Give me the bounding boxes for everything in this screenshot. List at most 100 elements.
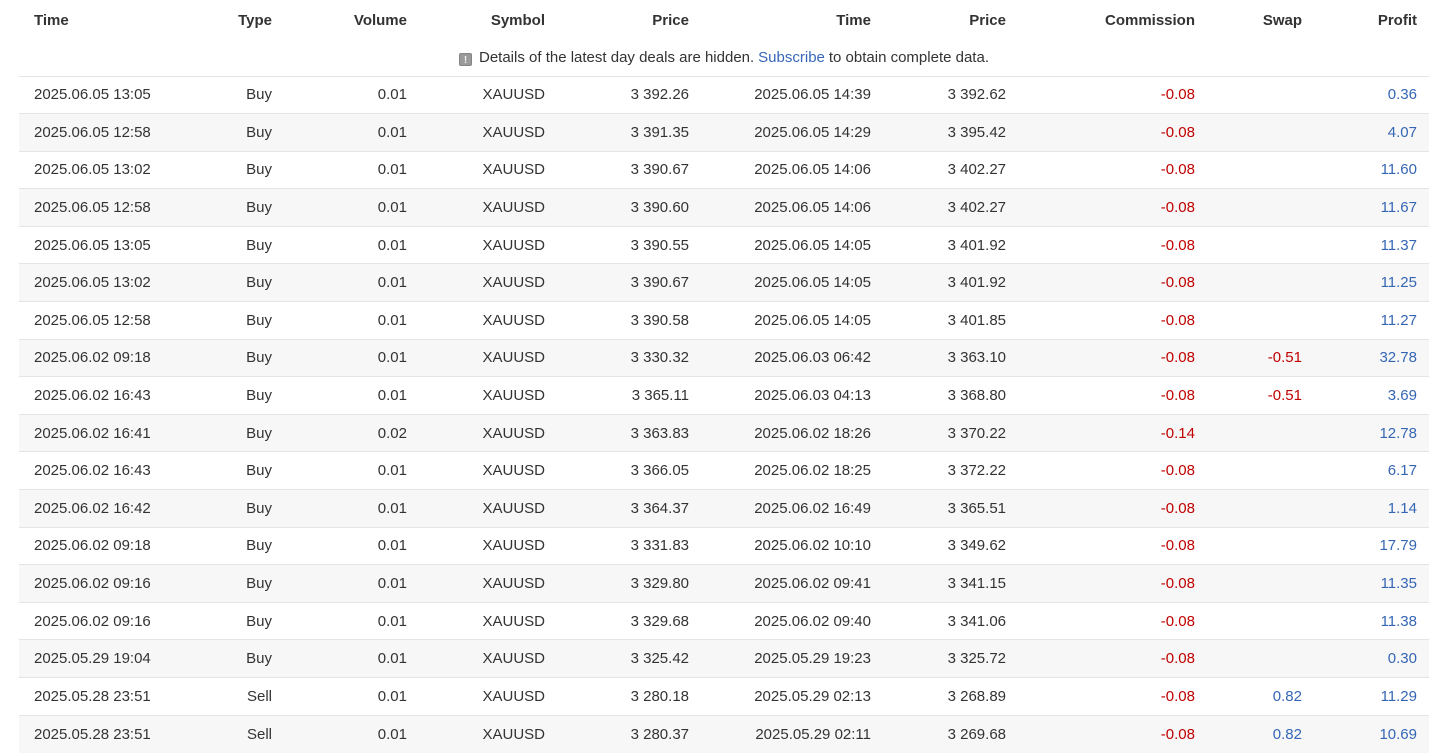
cell-profit: 0.30: [1314, 640, 1429, 678]
cell-profit: 11.27: [1314, 302, 1429, 340]
cell-swap: [1207, 452, 1314, 490]
deal-row: 2025.06.02 09:18Buy0.01XAUUSD3 331.83202…: [19, 527, 1429, 565]
cell-close_price: 3 349.62: [883, 527, 1018, 565]
cell-close_time: 2025.06.05 14:06: [701, 189, 883, 227]
cell-volume: 0.01: [284, 377, 419, 415]
cell-volume: 0.01: [284, 189, 419, 227]
cell-type: Buy: [159, 640, 284, 678]
deals-table: TimeTypeVolumeSymbolPriceTimePriceCommis…: [19, 0, 1429, 753]
cell-commission: -0.08: [1018, 602, 1207, 640]
deal-row: 2025.06.05 12:58Buy0.01XAUUSD3 391.35202…: [19, 114, 1429, 152]
cell-commission: -0.08: [1018, 114, 1207, 152]
cell-symbol: XAUUSD: [419, 602, 557, 640]
column-header-commission: Commission: [1018, 0, 1207, 40]
cell-volume: 0.01: [284, 602, 419, 640]
cell-profit: 11.29: [1314, 678, 1429, 716]
deal-row: 2025.06.05 12:58Buy0.01XAUUSD3 390.60202…: [19, 189, 1429, 227]
cell-symbol: XAUUSD: [419, 640, 557, 678]
cell-profit: 11.25: [1314, 264, 1429, 302]
column-header-close_price: Price: [883, 0, 1018, 40]
cell-symbol: XAUUSD: [419, 76, 557, 114]
cell-symbol: XAUUSD: [419, 302, 557, 340]
column-header-volume: Volume: [284, 0, 419, 40]
cell-time: 2025.06.05 12:58: [19, 189, 159, 227]
cell-volume: 0.01: [284, 264, 419, 302]
table-header-row: TimeTypeVolumeSymbolPriceTimePriceCommis…: [19, 0, 1429, 40]
cell-symbol: XAUUSD: [419, 452, 557, 490]
cell-volume: 0.01: [284, 678, 419, 716]
cell-price: 3 364.37: [557, 490, 701, 528]
cell-time: 2025.06.02 09:18: [19, 527, 159, 565]
cell-symbol: XAUUSD: [419, 527, 557, 565]
cell-type: Buy: [159, 151, 284, 189]
cell-volume: 0.01: [284, 640, 419, 678]
cell-profit: 11.35: [1314, 565, 1429, 603]
cell-type: Buy: [159, 452, 284, 490]
cell-close_price: 3 392.62: [883, 76, 1018, 114]
cell-type: Buy: [159, 114, 284, 152]
cell-commission: -0.08: [1018, 151, 1207, 189]
cell-profit: 11.60: [1314, 151, 1429, 189]
cell-volume: 0.01: [284, 527, 419, 565]
cell-profit: 11.67: [1314, 189, 1429, 227]
cell-price: 3 390.67: [557, 264, 701, 302]
cell-volume: 0.01: [284, 151, 419, 189]
cell-volume: 0.01: [284, 114, 419, 152]
cell-close_price: 3 372.22: [883, 452, 1018, 490]
deal-row: 2025.06.02 16:41Buy0.02XAUUSD3 363.83202…: [19, 414, 1429, 452]
cell-close_price: 3 365.51: [883, 490, 1018, 528]
cell-price: 3 280.37: [557, 715, 701, 753]
deal-row: 2025.06.02 09:16Buy0.01XAUUSD3 329.68202…: [19, 602, 1429, 640]
cell-swap: [1207, 527, 1314, 565]
column-header-symbol: Symbol: [419, 0, 557, 40]
cell-symbol: XAUUSD: [419, 151, 557, 189]
cell-swap: [1207, 565, 1314, 603]
hidden-deals-notice-row: !Details of the latest day deals are hid…: [19, 40, 1429, 76]
cell-time: 2025.06.05 13:05: [19, 76, 159, 114]
deal-row: 2025.06.02 16:42Buy0.01XAUUSD3 364.37202…: [19, 490, 1429, 528]
cell-price: 3 365.11: [557, 377, 701, 415]
cell-close_price: 3 368.80: [883, 377, 1018, 415]
cell-time: 2025.06.05 13:02: [19, 264, 159, 302]
cell-symbol: XAUUSD: [419, 339, 557, 377]
cell-time: 2025.06.05 12:58: [19, 302, 159, 340]
cell-type: Buy: [159, 76, 284, 114]
cell-close_time: 2025.06.05 14:05: [701, 226, 883, 264]
cell-close_time: 2025.05.29 19:23: [701, 640, 883, 678]
cell-symbol: XAUUSD: [419, 414, 557, 452]
subscribe-link[interactable]: Subscribe: [758, 49, 825, 66]
cell-volume: 0.01: [284, 490, 419, 528]
deal-row: 2025.06.02 16:43Buy0.01XAUUSD3 365.11202…: [19, 377, 1429, 415]
cell-close_time: 2025.06.02 18:26: [701, 414, 883, 452]
cell-profit: 6.17: [1314, 452, 1429, 490]
cell-time: 2025.06.05 13:05: [19, 226, 159, 264]
cell-time: 2025.06.02 16:41: [19, 414, 159, 452]
cell-close_time: 2025.05.29 02:13: [701, 678, 883, 716]
cell-volume: 0.01: [284, 715, 419, 753]
column-header-profit: Profit: [1314, 0, 1429, 40]
cell-close_time: 2025.06.02 18:25: [701, 452, 883, 490]
cell-close_time: 2025.06.05 14:05: [701, 302, 883, 340]
cell-close_price: 3 401.92: [883, 226, 1018, 264]
column-header-close_time: Time: [701, 0, 883, 40]
cell-price: 3 330.32: [557, 339, 701, 377]
cell-time: 2025.06.02 16:43: [19, 452, 159, 490]
cell-swap: [1207, 189, 1314, 227]
cell-close_time: 2025.06.05 14:06: [701, 151, 883, 189]
cell-price: 3 390.55: [557, 226, 701, 264]
cell-commission: -0.14: [1018, 414, 1207, 452]
cell-price: 3 325.42: [557, 640, 701, 678]
cell-commission: -0.08: [1018, 490, 1207, 528]
cell-type: Buy: [159, 264, 284, 302]
deal-row: 2025.05.28 23:51Sell0.01XAUUSD3 280.3720…: [19, 715, 1429, 753]
cell-price: 3 329.80: [557, 565, 701, 603]
cell-time: 2025.06.02 16:43: [19, 377, 159, 415]
cell-symbol: XAUUSD: [419, 565, 557, 603]
deal-row: 2025.06.02 16:43Buy0.01XAUUSD3 366.05202…: [19, 452, 1429, 490]
deal-row: 2025.06.05 13:05Buy0.01XAUUSD3 390.55202…: [19, 226, 1429, 264]
cell-time: 2025.06.02 16:42: [19, 490, 159, 528]
cell-time: 2025.05.29 19:04: [19, 640, 159, 678]
cell-close_price: 3 395.42: [883, 114, 1018, 152]
cell-commission: -0.08: [1018, 226, 1207, 264]
cell-swap: [1207, 302, 1314, 340]
